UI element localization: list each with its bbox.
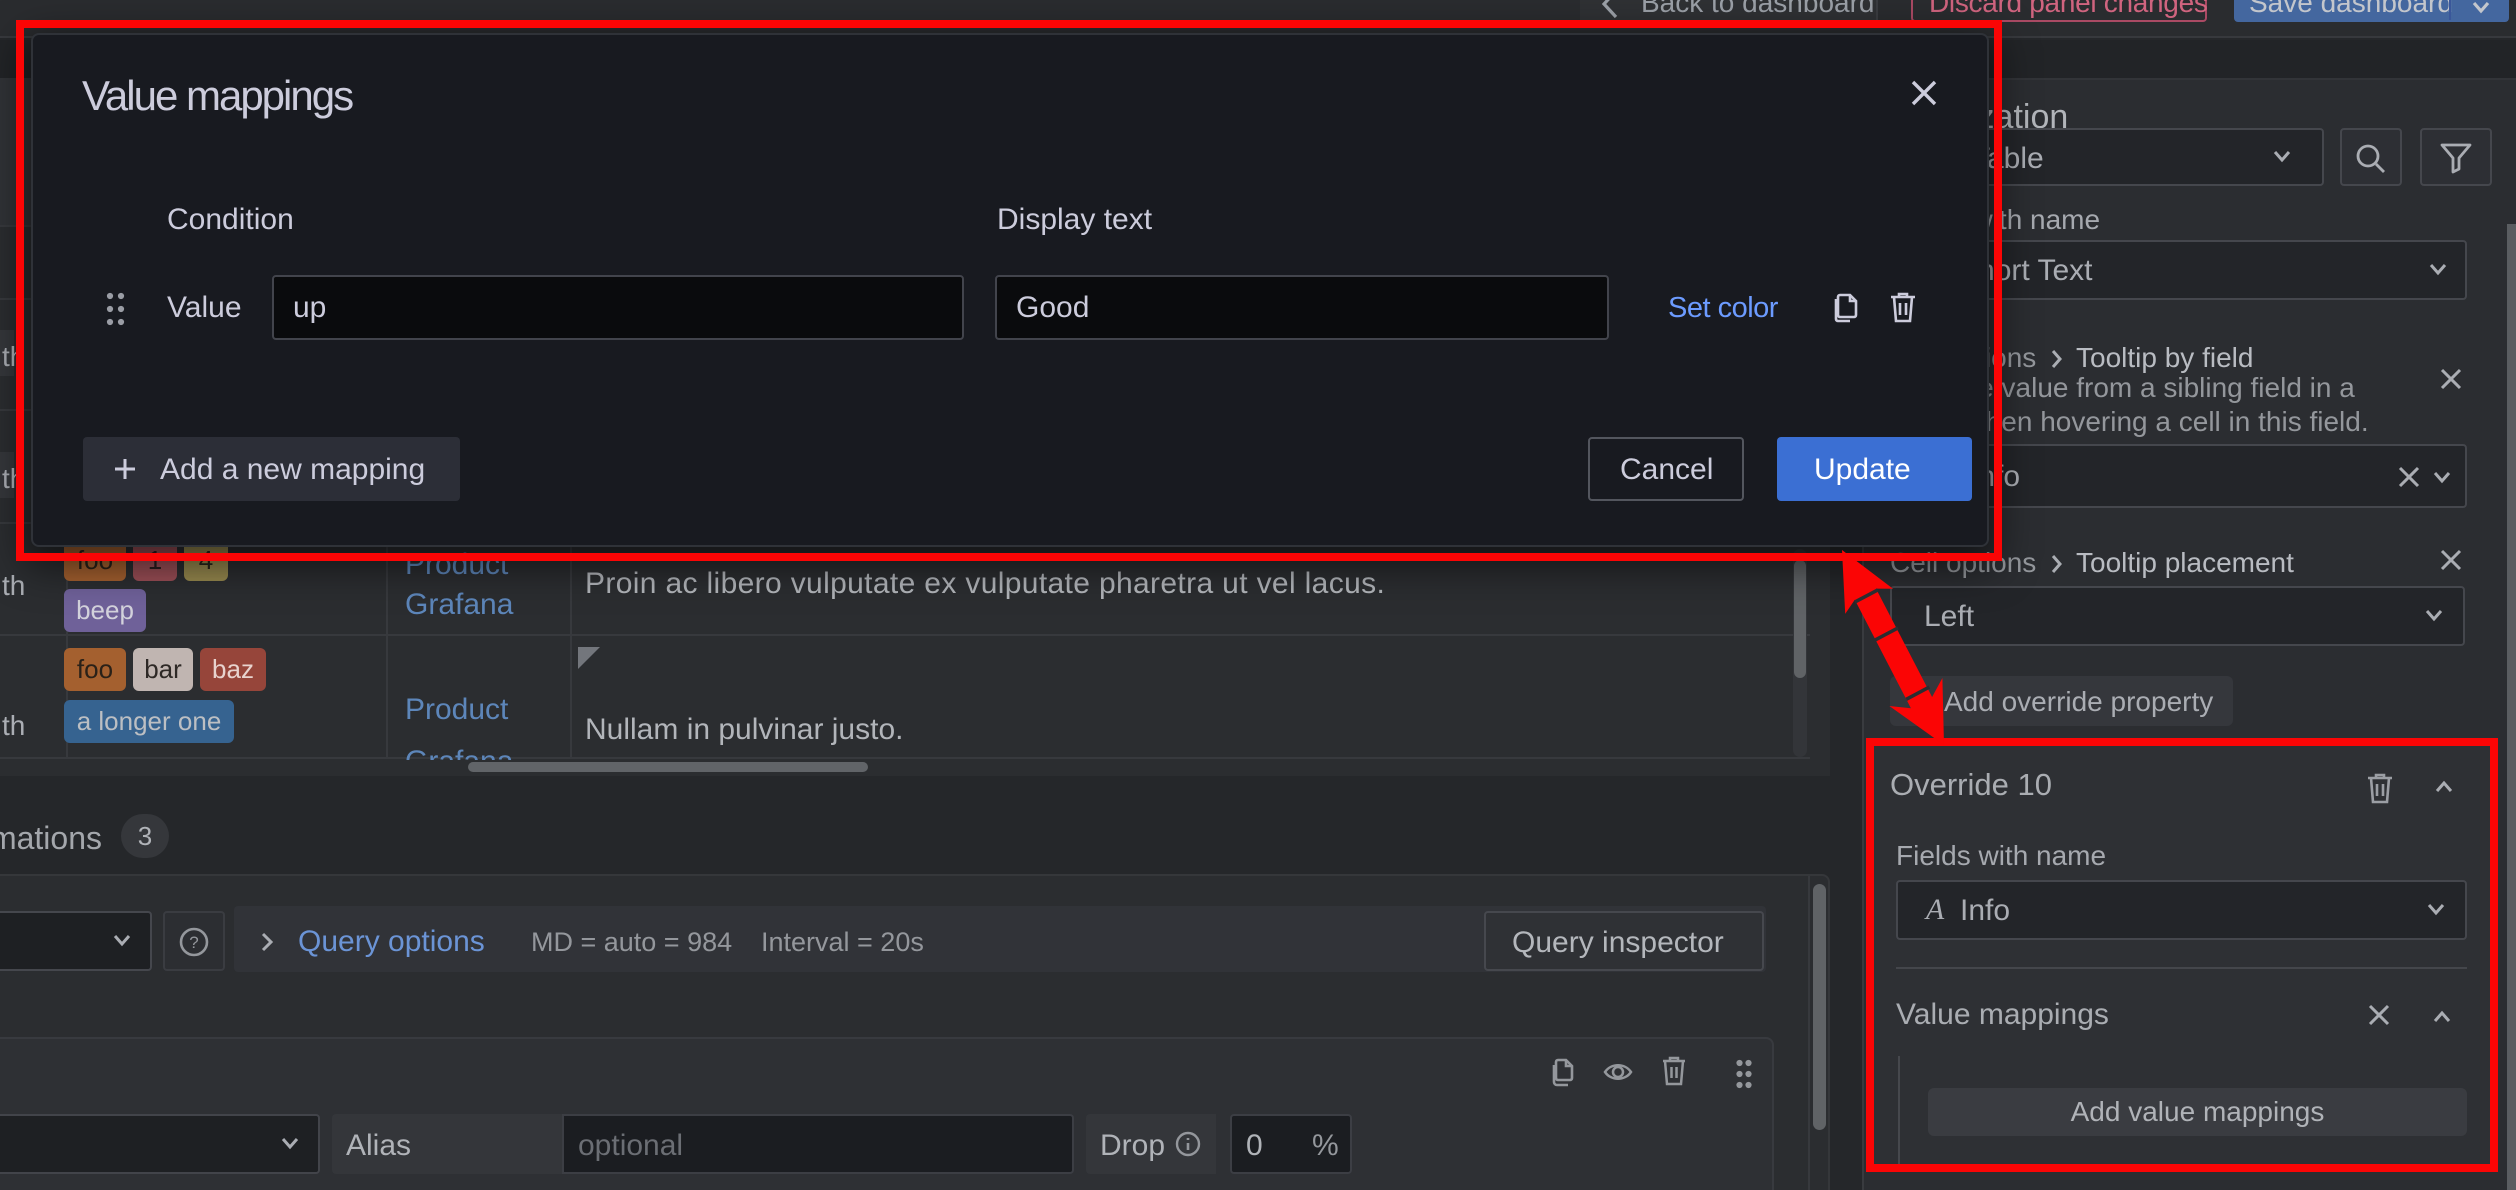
svg-text:?: ? [189, 933, 198, 952]
